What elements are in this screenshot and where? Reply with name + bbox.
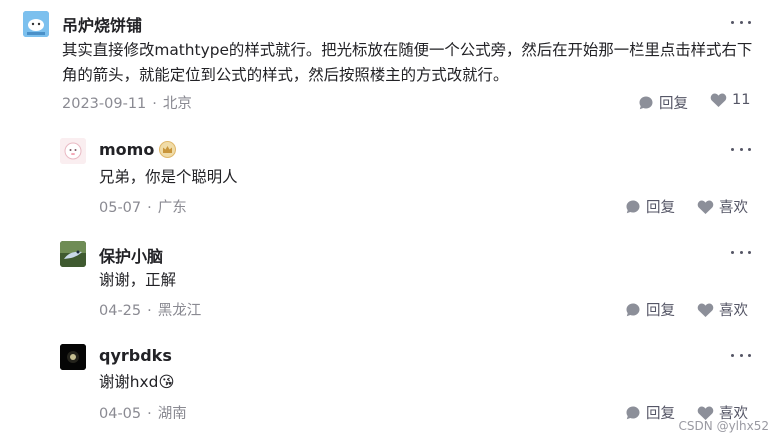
like-label: 喜欢 [719, 303, 748, 319]
reply-button[interactable]: 回复 [625, 196, 675, 217]
more-icon[interactable] [731, 16, 751, 28]
separator: · [147, 303, 152, 319]
comment-location: 湖南 [157, 406, 187, 422]
like-button[interactable]: 喜欢 [697, 299, 748, 320]
separator: · [147, 200, 152, 216]
crown-badge-icon [159, 141, 176, 158]
like-button[interactable]: 喜欢 [697, 196, 748, 217]
comment-date: 04-25 [99, 303, 142, 319]
reply-bubble-icon [626, 200, 640, 213]
heart-icon [697, 303, 714, 317]
reply-label: 回复 [646, 303, 675, 319]
reply-bubble-icon [626, 406, 640, 419]
reply-label: 回复 [646, 200, 675, 216]
heart-icon [710, 93, 727, 107]
reply-button[interactable]: 回复 [638, 92, 688, 113]
like-label: 喜欢 [719, 200, 748, 216]
more-icon[interactable] [731, 246, 751, 258]
comment-date: 2023-09-11 [62, 96, 147, 112]
comment-thread: 吊炉烧饼铺 其实直接修改mathtype的样式就行。把光标放在随便一个公式旁，然… [0, 0, 777, 439]
reply-label: 回复 [659, 96, 688, 112]
username[interactable]: momo [99, 140, 154, 159]
heart-icon [697, 200, 714, 214]
like-count: 11 [732, 92, 751, 108]
username[interactable]: 保护小脑 [99, 243, 163, 267]
username[interactable]: qyrbdks [99, 346, 172, 365]
reply-bubble-icon [639, 96, 653, 109]
comment-meta: 04-25 · 黑龙江 [99, 299, 201, 320]
more-icon[interactable] [731, 143, 751, 155]
comment-date: 04-05 [99, 406, 142, 422]
comment-text: 谢谢hxd😘 [99, 370, 174, 395]
username[interactable]: 吊炉烧饼铺 [62, 12, 142, 36]
reply-button[interactable]: 回复 [625, 299, 675, 320]
comment-location: 黑龙江 [157, 303, 202, 319]
reply-label: 回复 [646, 406, 675, 422]
comment-text-body: 谢谢hxd [99, 373, 159, 391]
comment-meta: 04-05 · 湖南 [99, 402, 187, 423]
watermark: CSDN @ylhx52 [678, 419, 769, 433]
avatar[interactable] [23, 11, 49, 37]
comment-meta: 05-07 · 广东 [99, 196, 187, 217]
comment-location: 广东 [157, 200, 187, 216]
like-button[interactable]: 11 [710, 92, 750, 108]
reply-bubble-icon [626, 303, 640, 316]
separator: · [152, 96, 157, 112]
emoji-kiss: 😘 [158, 373, 175, 391]
reply-button[interactable]: 回复 [625, 402, 675, 423]
avatar[interactable] [60, 138, 86, 164]
comment-text: 谢谢，正解 [99, 271, 176, 289]
comment-text: 兄弟，你是个聪明人 [99, 168, 238, 186]
comment-location: 北京 [162, 96, 192, 112]
more-icon[interactable] [731, 349, 751, 361]
separator: · [147, 406, 152, 422]
comment-text: 其实直接修改mathtype的样式就行。把光标放在随便一个公式旁，然后在开始那一… [62, 41, 753, 84]
comment-meta: 2023-09-11 · 北京 [62, 92, 192, 113]
avatar[interactable] [60, 344, 86, 370]
avatar[interactable] [60, 241, 86, 267]
comment-date: 05-07 [99, 200, 142, 216]
